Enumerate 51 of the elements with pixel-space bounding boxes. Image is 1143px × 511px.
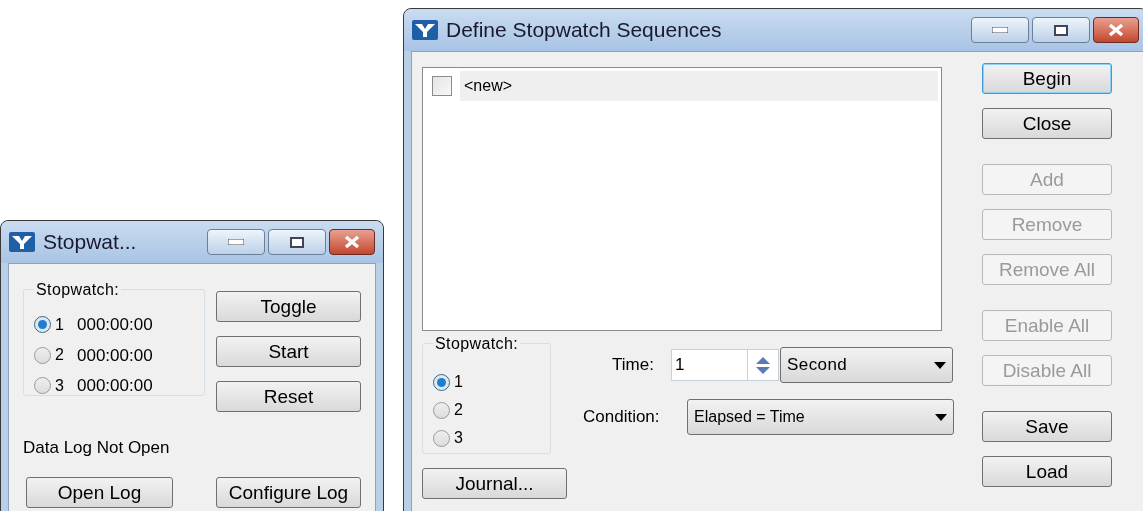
maximize-icon: [1054, 24, 1068, 36]
minimize-button[interactable]: [207, 229, 265, 255]
window-title: Define Stopwatch Sequences: [446, 17, 723, 44]
caret-icon: [934, 361, 946, 369]
log-status: Data Log Not Open: [23, 437, 171, 459]
log-button[interactable]: Open Log: [26, 476, 173, 508]
maximize-icon: [290, 236, 304, 248]
minimize-icon: [228, 239, 244, 245]
radio-label: 1: [55, 314, 65, 335]
radio-button[interactable]: [433, 401, 450, 419]
action-button[interactable]: Toggle: [216, 291, 361, 322]
radio-button[interactable]: [433, 429, 450, 447]
radio-label: 3: [55, 375, 65, 396]
radio-label: 3: [454, 428, 464, 448]
command-button[interactable]: Begin: [982, 63, 1112, 94]
radio-button[interactable]: [433, 373, 450, 391]
radio-button[interactable]: [34, 346, 51, 364]
close-button[interactable]: [1093, 17, 1139, 43]
timer-reading: 000:00:00: [77, 314, 153, 336]
minimize-icon: [992, 27, 1008, 33]
radio-button[interactable]: [34, 377, 51, 395]
close-button[interactable]: [329, 229, 375, 255]
radio-button[interactable]: [34, 316, 51, 334]
list-item[interactable]: <new>: [460, 71, 938, 101]
condition-label: Condition:: [583, 406, 661, 429]
minimize-button[interactable]: [971, 17, 1029, 43]
radio-label: 2: [55, 345, 65, 366]
action-button[interactable]: Start: [216, 336, 361, 367]
command-button[interactable]: Close: [982, 108, 1112, 139]
command-button[interactable]: Load: [982, 456, 1112, 487]
timer-reading: 000:00:00: [77, 344, 153, 367]
caret-icon: [935, 413, 947, 421]
app-logo-icon: [9, 232, 35, 252]
checkbox[interactable]: [432, 76, 452, 96]
window-title: Stopwat...: [43, 229, 138, 256]
radio-label: 2: [454, 400, 464, 420]
maximize-button[interactable]: [1032, 17, 1090, 43]
maximize-button[interactable]: [268, 229, 326, 255]
close-icon: [1108, 23, 1124, 37]
log-button[interactable]: Configure Log: [216, 476, 361, 508]
action-button[interactable]: Reset: [216, 381, 361, 412]
time-label: Time:: [612, 354, 655, 377]
journal-button[interactable]: Journal...: [422, 468, 567, 499]
unit-dropdown[interactable]: Second: [780, 347, 953, 383]
time-field[interactable]: 1: [671, 349, 779, 381]
radio-label: 1: [454, 372, 464, 392]
timer-reading: 000:00:00: [77, 375, 153, 397]
command-button[interactable]: Save: [982, 411, 1112, 442]
condition-dropdown[interactable]: Elapsed = Time: [687, 399, 954, 435]
close-icon: [344, 235, 360, 249]
app-logo-icon: [412, 20, 438, 40]
